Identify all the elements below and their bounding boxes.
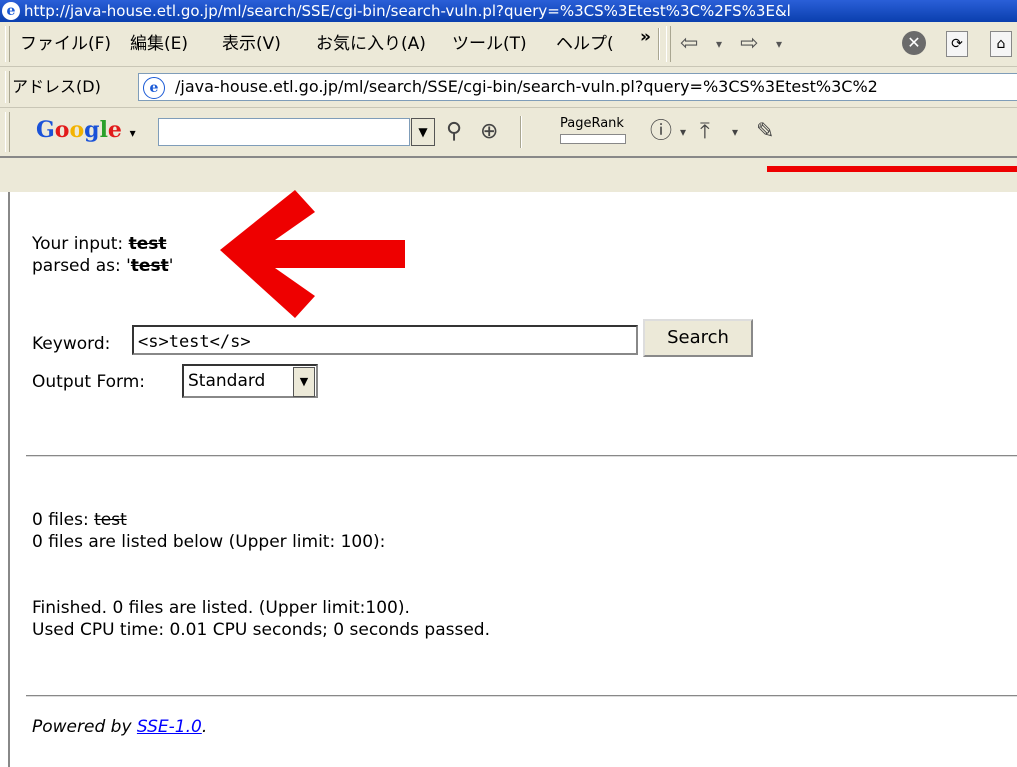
address-input[interactable]: e /java-house.etl.go.jp/ml/search/SSE/cg… <box>138 73 1017 101</box>
google-logo-letter: g <box>84 117 100 143</box>
toolbar-separator <box>520 116 522 148</box>
sse-link[interactable]: SSE-1.0 <box>137 717 202 737</box>
address-url[interactable]: /java-house.etl.go.jp/ml/search/SSE/cgi-… <box>175 74 878 100</box>
up-folder-icon[interactable]: ⤒ <box>700 120 710 144</box>
back-arrow-icon[interactable]: ⇦ <box>680 30 698 58</box>
pagerank-label[interactable]: PageRank <box>560 116 624 131</box>
menu-overflow-chevron[interactable]: » <box>640 22 651 66</box>
chevron-down-icon[interactable]: ▾ <box>680 120 686 144</box>
stop-icon[interactable]: ✕ <box>902 31 926 55</box>
address-label: アドレス(D) <box>12 77 101 96</box>
annotation-underline <box>767 166 1017 172</box>
toolbar-grip[interactable] <box>666 26 671 62</box>
menu-help[interactable]: ヘルプ( <box>556 22 614 66</box>
highlighter-icon[interactable]: ✎ <box>756 120 774 144</box>
powered-by-label: Powered by <box>32 717 137 737</box>
chevron-down-icon[interactable]: ▾ <box>130 126 136 140</box>
menu-favorites[interactable]: お気に入り(A) <box>316 22 426 66</box>
output-form-select[interactable]: Standard ▼ <box>182 364 318 398</box>
page-content: Your input: test parsed as: 'test' Keywo… <box>8 192 1017 767</box>
refresh-icon[interactable]: ⟳ <box>946 31 968 57</box>
toolbar-grip[interactable] <box>5 112 10 152</box>
google-logo-letter: o <box>69 117 85 143</box>
forward-dropdown-icon[interactable]: ▾ <box>776 30 782 58</box>
info-icon[interactable]: ⓘ <box>650 120 672 144</box>
browser-chrome: ファイル(F) 編集(E) 表示(V) お気に入り(A) ツール(T) ヘルプ(… <box>0 22 1017 192</box>
back-dropdown-icon[interactable]: ▾ <box>716 30 722 58</box>
google-search-input[interactable] <box>158 118 410 146</box>
your-input-label: Your input: <box>32 234 129 254</box>
keyword-input[interactable]: <s>test</s> <box>132 325 638 355</box>
google-logo-letter: o <box>54 117 70 143</box>
powered-by-line: Powered by SSE-1.0. <box>32 717 207 737</box>
divider <box>26 455 1017 457</box>
annotation-arrow-shape <box>220 190 405 318</box>
google-toolbar: Google ▾ ▼ ⚲ ⊕ PageRank ⓘ ▾ ⤒ ▾ ✎ <box>0 108 1017 158</box>
toolbar-grip[interactable] <box>5 71 10 103</box>
menu-bar: ファイル(F) 編集(E) 表示(V) お気に入り(A) ツール(T) ヘルプ(… <box>0 22 1017 67</box>
menu-view[interactable]: 表示(V) <box>222 22 281 66</box>
home-icon[interactable]: ⌂ <box>990 31 1012 57</box>
parsed-value: test <box>130 256 169 276</box>
page-icon: e <box>143 77 165 99</box>
finished-text: Finished. 0 files are listed. (Upper lim… <box>32 598 410 618</box>
address-bar: アドレス(D) e /java-house.etl.go.jp/ml/searc… <box>0 67 1017 108</box>
google-logo-letter: G <box>36 117 55 143</box>
google-search-dropdown-icon[interactable]: ▼ <box>411 118 435 146</box>
ie-logo-icon: e <box>2 2 20 20</box>
pagerank-bar[interactable] <box>560 134 626 144</box>
annotation-arrow <box>220 190 405 318</box>
binoculars-icon[interactable]: ⚲ <box>446 120 462 144</box>
google-logo-letter: l <box>99 117 108 143</box>
forward-arrow-icon[interactable]: ⇨ <box>740 30 758 58</box>
files-line: 0 files: test <box>32 510 127 530</box>
divider <box>26 695 1017 697</box>
menu-file[interactable]: ファイル(F) <box>20 22 111 66</box>
powered-by-end: . <box>201 717 208 737</box>
toolbar-separator <box>658 28 660 60</box>
files-listed-text: 0 files are listed below (Upper limit: 1… <box>32 532 386 552</box>
keyword-label: Keyword: <box>32 334 111 354</box>
parsed-label: parsed as: ' <box>32 256 131 276</box>
menu-edit[interactable]: 編集(E) <box>130 22 188 66</box>
cpu-time-text: Used CPU time: 0.01 CPU seconds; 0 secon… <box>32 620 490 640</box>
toolbar-grip[interactable] <box>5 26 10 62</box>
window-title-bar: e http://java-house.etl.go.jp/ml/search/S… <box>0 0 1017 22</box>
parsed-as-line: parsed as: 'test' <box>32 256 173 276</box>
window-title: http://java-house.etl.go.jp/ml/search/SS… <box>24 2 791 20</box>
files-value: test <box>94 510 127 530</box>
search-button[interactable]: Search <box>643 319 753 357</box>
site-search-icon[interactable]: ⊕ <box>480 120 498 144</box>
your-input-line: Your input: test <box>32 234 166 254</box>
chevron-down-icon[interactable]: ▼ <box>293 367 315 397</box>
google-logo-text: Google <box>36 117 122 143</box>
google-logo[interactable]: Google ▾ <box>36 116 136 147</box>
files-label: 0 files: <box>32 510 95 530</box>
output-form-label: Output Form: <box>32 372 146 392</box>
chevron-down-icon[interactable]: ▾ <box>732 120 738 144</box>
output-form-value: Standard <box>188 371 266 391</box>
parsed-end: ' <box>168 256 174 276</box>
your-input-value: test <box>128 234 167 254</box>
menu-tools[interactable]: ツール(T) <box>452 22 527 66</box>
google-logo-letter: e <box>107 117 122 143</box>
